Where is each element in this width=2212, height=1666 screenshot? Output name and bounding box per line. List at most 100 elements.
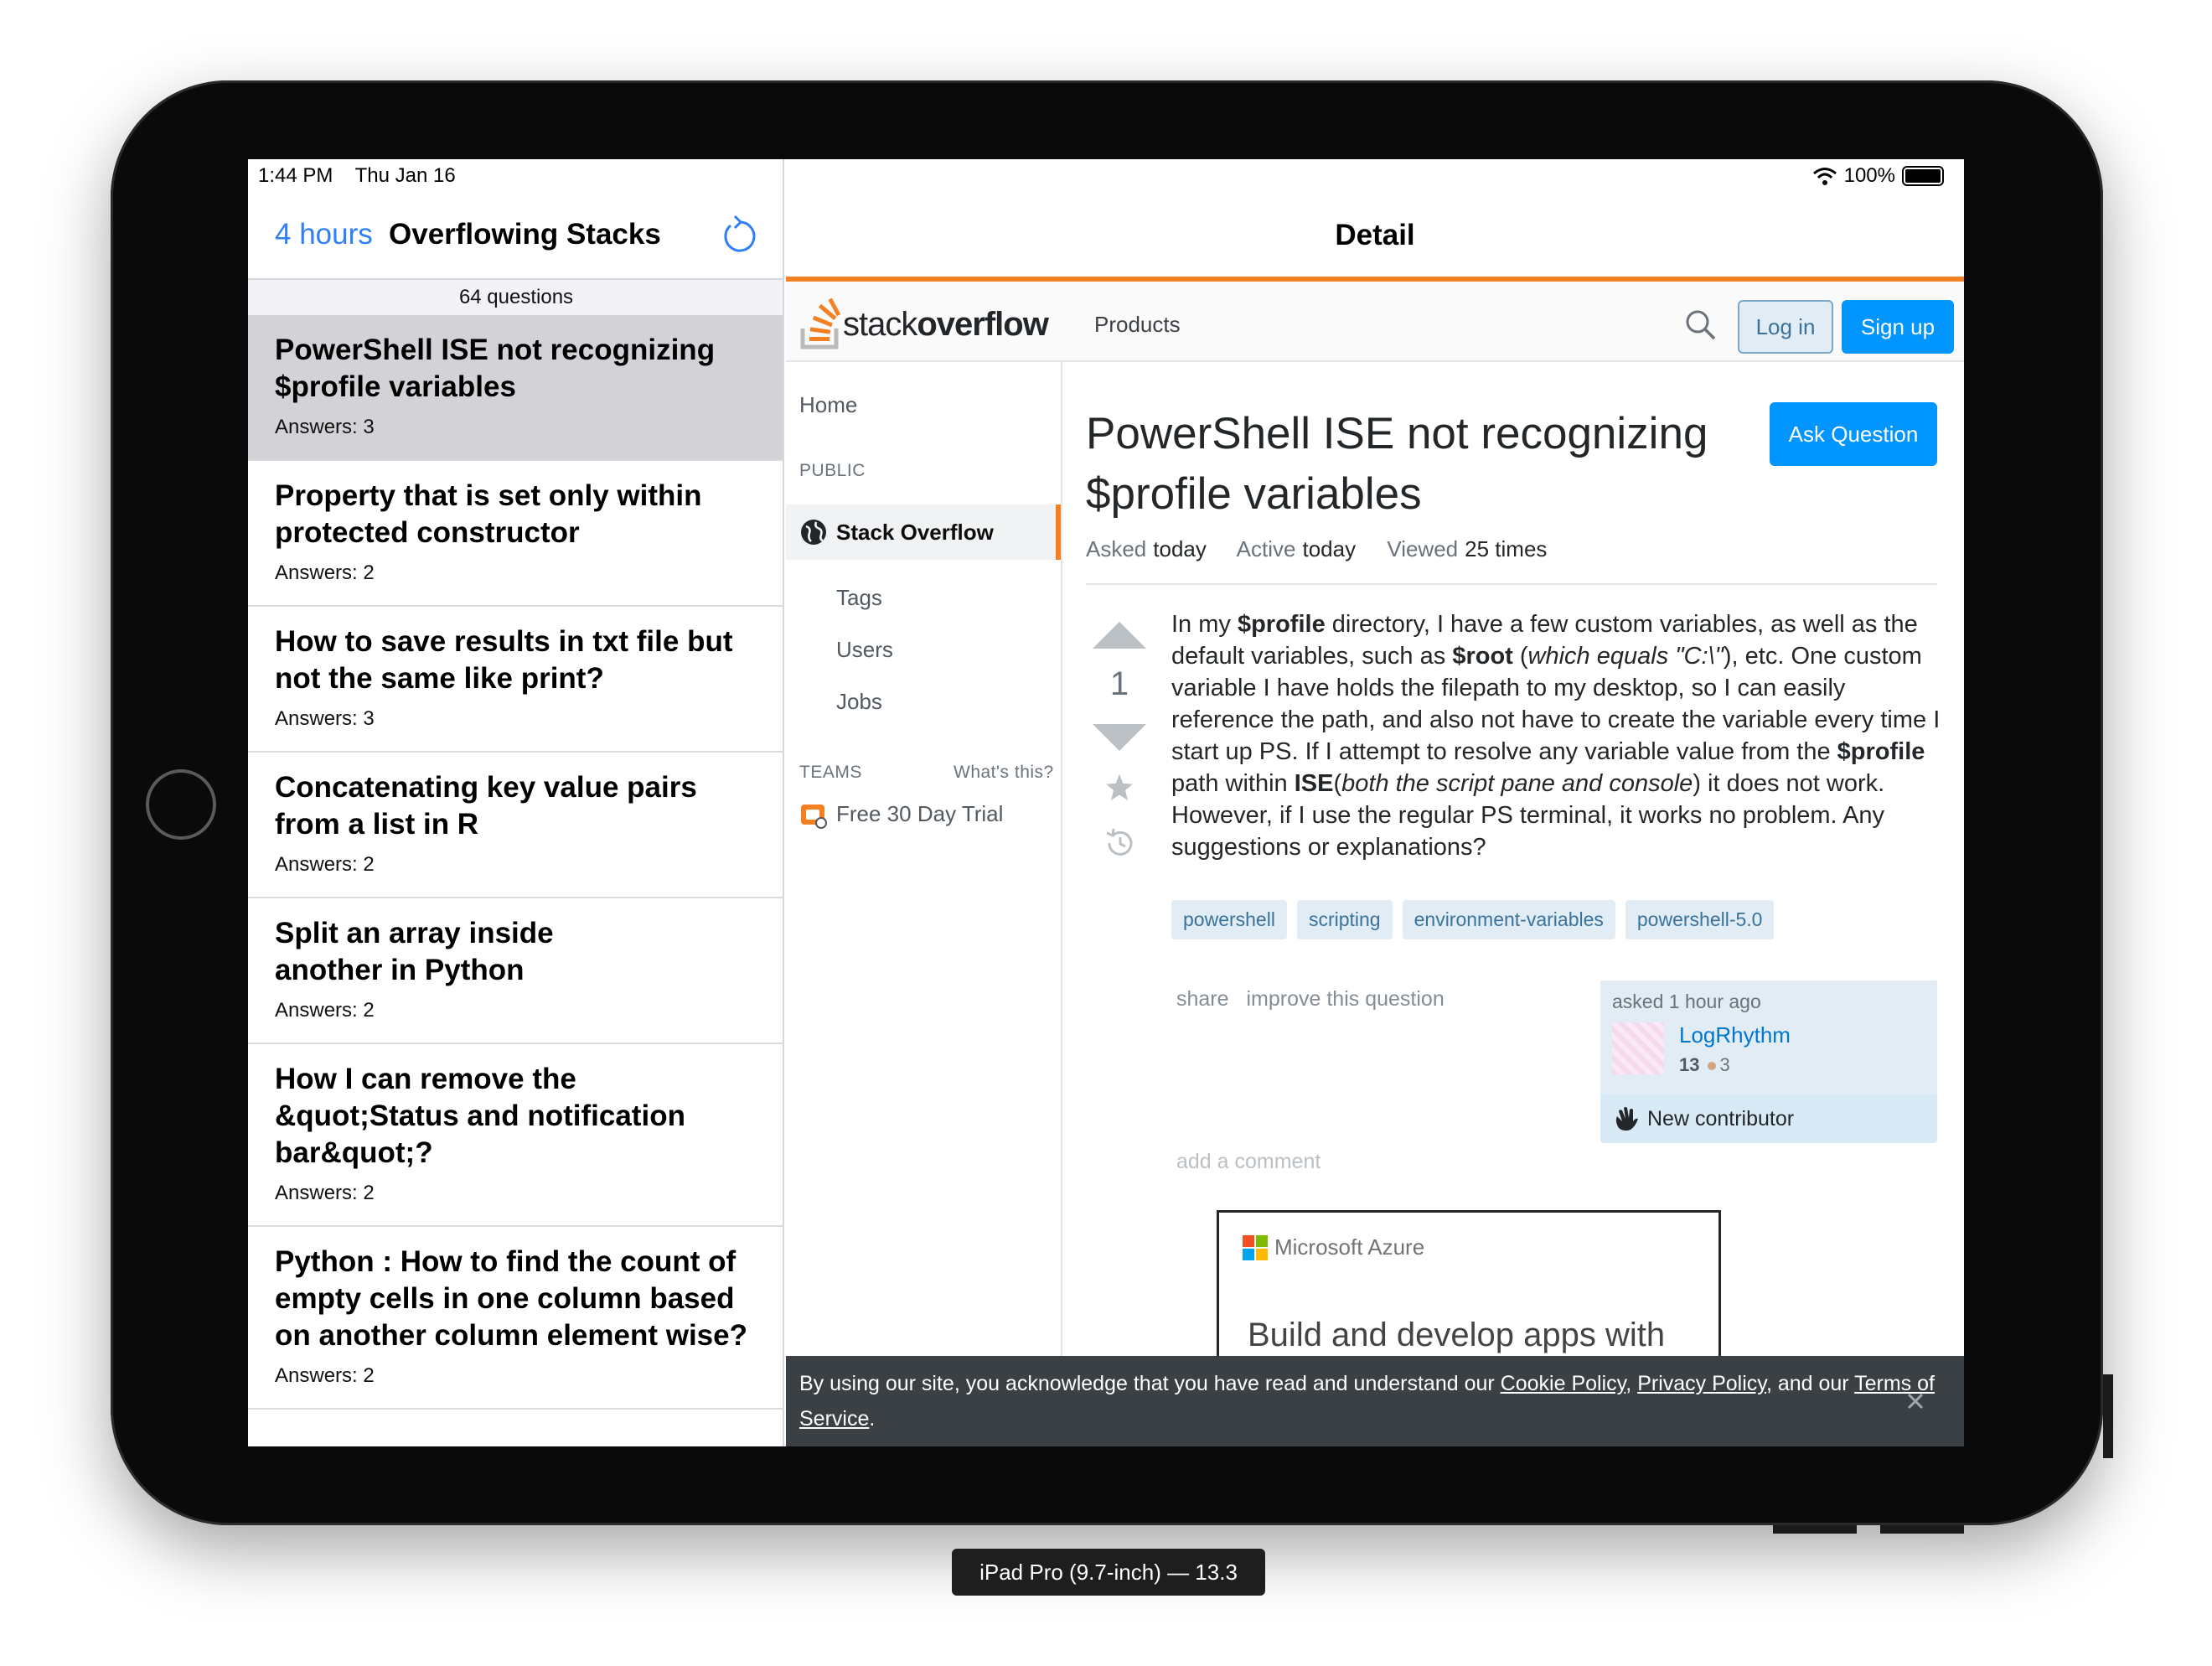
so-left-sidebar: Home PUBLIC Stack Overflow Tags Users Jo… bbox=[786, 362, 1062, 1446]
whats-this-link[interactable]: What's this? bbox=[954, 763, 1054, 783]
viewed-value: 25 times bbox=[1465, 536, 1548, 561]
answer-count: Answers: 2 bbox=[275, 1364, 375, 1387]
detail-pane: 100% Detail stackoverflow Products Log i… bbox=[786, 159, 1964, 1446]
signup-button[interactable]: Sign up bbox=[1842, 300, 1954, 354]
question-list: PowerShell ISE not recognizing $profile … bbox=[248, 315, 783, 1410]
question-title: How to save results in txt file but not … bbox=[275, 625, 733, 695]
privacy-policy-link[interactable]: Privacy Policy bbox=[1637, 1372, 1766, 1395]
sidebar-heading-public: PUBLIC bbox=[799, 461, 866, 480]
tag-powershell-5[interactable]: powershell-5.0 bbox=[1625, 900, 1775, 939]
tag-list: powershell scripting environment-variabl… bbox=[1171, 900, 1775, 939]
free-trial-link[interactable]: Free 30 Day Trial bbox=[799, 798, 1003, 830]
sidebar-heading-teams: TEAMS bbox=[799, 763, 862, 782]
volume-button bbox=[1880, 1525, 1964, 1534]
refresh-icon[interactable] bbox=[721, 213, 759, 255]
active-value: today bbox=[1302, 536, 1357, 561]
sidebar-item-tags[interactable]: Tags bbox=[836, 585, 882, 611]
so-logo[interactable]: stackoverflow bbox=[799, 298, 1049, 350]
new-contributor-badge: New contributor bbox=[1612, 1105, 1794, 1133]
divider bbox=[1086, 583, 1937, 585]
list-item[interactable]: How I can remove the &quot;Status and no… bbox=[248, 1044, 783, 1227]
question-title: Concatenating key value pairs from a lis… bbox=[275, 771, 697, 841]
sidebar-item-home[interactable]: Home bbox=[799, 392, 857, 418]
share-link[interactable]: share bbox=[1176, 987, 1229, 1011]
question-body: In my $profile directory, I have a few c… bbox=[1171, 611, 1941, 861]
answer-count: Answers: 2 bbox=[275, 1182, 375, 1204]
post-menu: share improve this question bbox=[1176, 987, 1456, 1012]
search-icon[interactable] bbox=[1682, 307, 1719, 344]
ad-headline: Build and develop apps with bbox=[1248, 1317, 1666, 1353]
list-item[interactable]: Split an array inside another in Python … bbox=[248, 898, 783, 1044]
active-label: Active bbox=[1236, 536, 1296, 561]
question-title: How I can remove the &quot;Status and no… bbox=[275, 1063, 685, 1169]
list-item[interactable]: Concatenating key value pairs from a lis… bbox=[248, 753, 783, 898]
status-time: 1:44 PM bbox=[258, 164, 333, 187]
sidebar-item-stack-overflow[interactable]: Stack Overflow bbox=[786, 504, 1061, 560]
briefcase-icon bbox=[801, 805, 827, 829]
wifi-icon bbox=[1812, 168, 1837, 185]
favorite-star-icon[interactable] bbox=[1104, 773, 1134, 803]
list-title: Overflowing Stacks bbox=[389, 218, 661, 251]
asker-card: asked 1 hour ago LogRhythm 13 3 New contr… bbox=[1600, 980, 1937, 1143]
tag-powershell[interactable]: powershell bbox=[1171, 900, 1287, 939]
web-view: stackoverflow Products Log in Sign up Ho… bbox=[786, 277, 1964, 1446]
battery-icon bbox=[1902, 166, 1944, 186]
volume-button bbox=[1773, 1525, 1857, 1534]
list-item[interactable]: Property that is set only within protect… bbox=[248, 461, 783, 607]
free-trial-label: Free 30 Day Trial bbox=[836, 800, 1004, 826]
list-nav-bar: 4 hours Overflowing Stacks bbox=[248, 198, 783, 280]
answer-count: Answers: 3 bbox=[275, 707, 375, 730]
time-filter-button[interactable]: 4 hours bbox=[275, 218, 373, 251]
ad-brand-name: Microsoft Azure bbox=[1274, 1234, 1425, 1260]
ask-question-button[interactable]: Ask Question bbox=[1770, 402, 1937, 466]
sidebar-item-label: Stack Overflow bbox=[836, 520, 994, 545]
downvote-icon[interactable] bbox=[1093, 722, 1146, 751]
globe-icon bbox=[801, 520, 826, 545]
bronze-badge-icon bbox=[1708, 1062, 1717, 1071]
upvote-icon[interactable] bbox=[1093, 622, 1146, 650]
question-meta: Asked today Active today Viewed 25 times bbox=[1086, 536, 1572, 562]
home-button[interactable] bbox=[146, 769, 216, 840]
history-icon[interactable] bbox=[1103, 826, 1136, 860]
battery-percent: 100% bbox=[1843, 164, 1895, 187]
question-title: PowerShell ISE not recognizing $profile … bbox=[275, 334, 716, 403]
answer-count: Answers: 2 bbox=[275, 561, 375, 584]
asked-value: today bbox=[1153, 536, 1207, 561]
list-item[interactable]: Python : How to find the count of empty … bbox=[248, 1227, 783, 1410]
asked-label: Asked bbox=[1086, 536, 1147, 561]
question-heading[interactable]: PowerShell ISE not recognizing $profile … bbox=[1086, 404, 1756, 525]
author-link[interactable]: LogRhythm bbox=[1679, 1022, 1791, 1048]
login-button[interactable]: Log in bbox=[1738, 300, 1833, 354]
answer-count: Answers: 2 bbox=[275, 999, 375, 1022]
close-icon[interactable] bbox=[1897, 1383, 1934, 1420]
author-reputation: 13 3 bbox=[1679, 1054, 1730, 1075]
screen: 1:44 PM Thu Jan 16 4 hours Overflowing S… bbox=[248, 159, 1964, 1446]
list-item[interactable]: PowerShell ISE not recognizing $profile … bbox=[248, 315, 783, 461]
vote-count: 1 bbox=[1109, 665, 1129, 702]
sidebar-item-users[interactable]: Users bbox=[836, 637, 893, 663]
improve-question-link[interactable]: improve this question bbox=[1247, 987, 1445, 1011]
detail-nav-bar: Detail bbox=[786, 198, 1964, 280]
products-link[interactable]: Products bbox=[1094, 312, 1181, 338]
so-topbar: stackoverflow Products Log in Sign up bbox=[786, 277, 1964, 362]
question-title: Python : How to find the count of empty … bbox=[275, 1245, 747, 1352]
new-contributor-label: New contributor bbox=[1647, 1106, 1795, 1130]
status-date: Thu Jan 16 bbox=[354, 164, 456, 187]
sidebar-item-jobs[interactable]: Jobs bbox=[836, 689, 882, 715]
tag-scripting[interactable]: scripting bbox=[1296, 900, 1393, 939]
add-comment-link[interactable]: add a comment bbox=[1176, 1150, 1320, 1174]
tag-environment-variables[interactable]: environment-variables bbox=[1402, 900, 1615, 939]
stackoverflow-logo-icon bbox=[800, 298, 841, 349]
question-list-pane: 1:44 PM Thu Jan 16 4 hours Overflowing S… bbox=[248, 159, 784, 1446]
viewed-label: Viewed bbox=[1387, 536, 1459, 561]
list-item[interactable]: How to save results in txt file but not … bbox=[248, 607, 783, 753]
ad-brand: Microsoft Azure bbox=[1243, 1234, 1424, 1260]
question-title: Split an array inside another in Python bbox=[275, 917, 554, 986]
cookie-banner: By using our site, you acknowledge that … bbox=[786, 1356, 1964, 1446]
asked-time: asked 1 hour ago bbox=[1612, 991, 1761, 1012]
simulator-device-label: iPad Pro (9.7-inch) — 13.3 bbox=[952, 1549, 1265, 1596]
status-bar-right: 100% bbox=[1812, 164, 1944, 188]
cookie-policy-link[interactable]: Cookie Policy bbox=[1501, 1372, 1626, 1395]
status-bar-left: 1:44 PM Thu Jan 16 bbox=[258, 164, 473, 188]
avatar[interactable] bbox=[1612, 1022, 1664, 1074]
